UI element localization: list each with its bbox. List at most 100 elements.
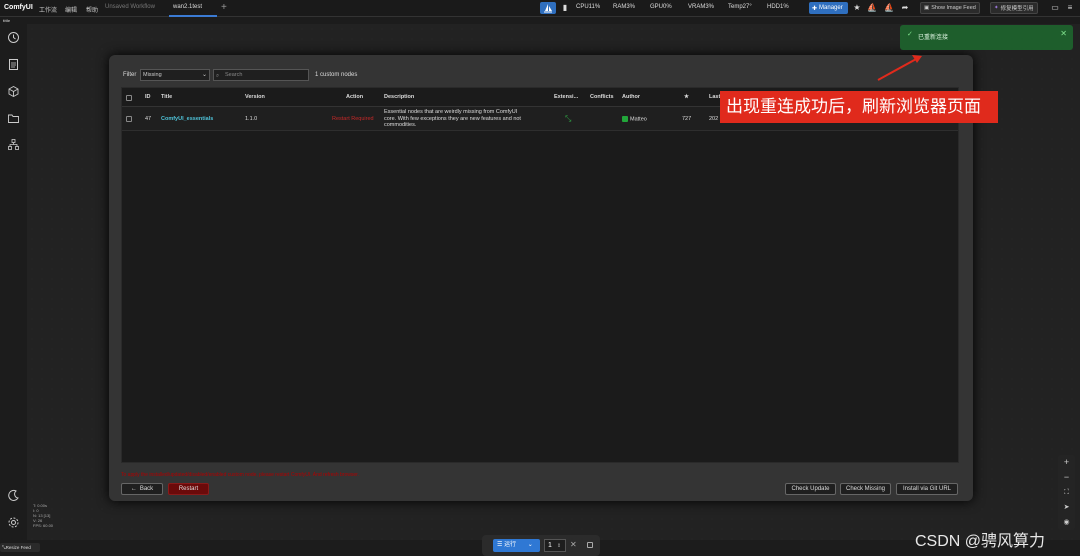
- row-title-link[interactable]: ComfyUI_essentials: [161, 116, 213, 122]
- arrow-left-icon: ←: [130, 486, 137, 492]
- watermark: CSDN @骋风算力: [915, 533, 1046, 550]
- history-icon[interactable]: [7, 31, 20, 44]
- col-stars[interactable]: ★: [684, 94, 689, 100]
- cube-icon[interactable]: [7, 85, 20, 98]
- check-missing-button[interactable]: Check Missing: [840, 483, 891, 495]
- render-stats: T: 0.00s I: 0 N: 13 [13] V: 26 FPS: 60.0…: [33, 503, 53, 528]
- back-label: Back: [139, 486, 154, 492]
- zoom-in-icon[interactable]: +: [1061, 457, 1072, 468]
- repair-icon: ✦: [994, 5, 999, 11]
- restart-button[interactable]: Restart: [168, 483, 209, 495]
- show-image-feed-button[interactable]: ▣ Show Image Feed: [920, 2, 980, 14]
- show-image-feed-label: Show Image Feed: [931, 5, 976, 11]
- tab-wan-test[interactable]: wan2.1test: [173, 4, 202, 10]
- stat-fps: FPS: 60.00: [33, 523, 54, 528]
- new-tab-icon[interactable]: +: [221, 2, 227, 13]
- col-action[interactable]: Action: [346, 94, 363, 100]
- col-title[interactable]: Title: [161, 94, 172, 100]
- description-line-2: core. With few exceptions they are new f…: [384, 115, 521, 122]
- menu-edit[interactable]: 编辑: [65, 5, 77, 14]
- batch-count-value: 1: [548, 542, 552, 549]
- col-last[interactable]: Last: [709, 94, 720, 100]
- col-conflicts[interactable]: Conflicts: [590, 94, 614, 100]
- author-name: Matteo: [630, 116, 647, 123]
- search-icon: ⌕: [216, 73, 220, 79]
- batch-count-input[interactable]: 1 ⇕: [544, 539, 566, 552]
- install-git-url-button[interactable]: Install via Git URL: [896, 483, 958, 495]
- check-update-button[interactable]: Check Update: [785, 483, 836, 495]
- check-icon: ✓: [907, 31, 913, 38]
- bookmark-icon[interactable]: ▮: [559, 2, 571, 14]
- menu-workflow[interactable]: 工作流: [39, 5, 57, 14]
- row-stars: 727: [682, 116, 692, 122]
- left-sidebar: [0, 24, 27, 540]
- sailboat-alt-icon[interactable]: ⛵: [883, 2, 895, 14]
- col-extensions[interactable]: Extensi...: [554, 94, 578, 100]
- close-icon[interactable]: ✕: [1060, 29, 1067, 38]
- col-description[interactable]: Description: [384, 94, 414, 100]
- folder-icon[interactable]: [7, 112, 20, 125]
- back-button[interactable]: ← Back: [121, 483, 163, 495]
- share-icon[interactable]: ➦: [899, 2, 911, 14]
- row-author: Matteo: [622, 116, 647, 122]
- run-toolbar: ☰ 运行 ⌄ 1 ⇕ ✕: [482, 535, 600, 556]
- fit-view-icon[interactable]: ⛶: [1061, 487, 1072, 498]
- zoom-out-icon[interactable]: −: [1061, 472, 1072, 483]
- cancel-icon[interactable]: ✕: [570, 540, 577, 549]
- row-description: Essential nodes that are weirdly missing…: [384, 109, 521, 129]
- queue-icon: ☰: [497, 542, 503, 548]
- description-line-3: commodities.: [384, 122, 417, 128]
- filter-label: Filter: [123, 72, 137, 78]
- row-action-restart-required[interactable]: Restart Required: [332, 116, 374, 122]
- menu-help[interactable]: 帮助: [86, 5, 98, 14]
- pointer-icon[interactable]: ➤: [1061, 502, 1072, 513]
- run-button[interactable]: ☰ 运行 ⌄: [493, 539, 540, 552]
- panel-toggle-icon[interactable]: ▭: [1049, 2, 1061, 14]
- toast-message: 已重新连接: [918, 35, 949, 41]
- col-id[interactable]: ID: [145, 94, 151, 100]
- search-input[interactable]: ⌕ Search: [213, 69, 309, 81]
- top-bar: ComfyUI 工作流 编辑 帮助 Unsaved Workflow wan2.…: [0, 0, 1080, 17]
- extensions-icon[interactable]: ⤡: [565, 114, 571, 124]
- col-version[interactable]: Version: [245, 94, 265, 100]
- vram-stat: VRAM3%: [688, 4, 715, 10]
- chevron-down-icon[interactable]: ⌄: [528, 542, 533, 548]
- gpu-stat: GPU0%: [650, 4, 672, 10]
- select-all-checkbox[interactable]: [126, 95, 132, 101]
- stepper-icon[interactable]: ⇕: [557, 543, 561, 549]
- annotation-callout: 出现重连成功后，刷新浏览器页面: [720, 91, 998, 123]
- sitemap-icon[interactable]: [7, 138, 20, 151]
- puzzle-icon: ✚: [812, 5, 818, 12]
- cpu-stat: CPU11%: [576, 4, 601, 10]
- eye-icon[interactable]: ◉: [1061, 517, 1072, 528]
- author-verified-icon: [622, 116, 628, 122]
- app-brand[interactable]: ComfyUI: [4, 4, 33, 11]
- sailboat-icon: [544, 4, 552, 13]
- row-version: 1.1.0: [245, 116, 258, 122]
- repair-model-label: 修复模型引用: [1000, 6, 1034, 12]
- queue-chip[interactable]: [540, 2, 556, 14]
- filter-select[interactable]: Missing ⌄: [140, 69, 210, 81]
- description-line-1: Essential nodes that are weirdly missing…: [384, 109, 518, 115]
- col-author[interactable]: Author: [622, 94, 640, 100]
- sailboat-outline-icon[interactable]: ⛵: [866, 2, 878, 14]
- settings-gear-icon[interactable]: [7, 516, 20, 529]
- ram-stat: RAM3%: [613, 4, 636, 10]
- star-icon[interactable]: ★: [851, 2, 863, 14]
- filter-value: Missing: [143, 72, 162, 78]
- document-icon[interactable]: [7, 58, 20, 71]
- menu-icon[interactable]: ≡: [1064, 2, 1076, 14]
- tab-unsaved-workflow[interactable]: Unsaved Workflow: [105, 4, 155, 10]
- row-id: 47: [145, 116, 152, 122]
- repair-model-button[interactable]: ✦ 修复模型引用: [990, 2, 1038, 14]
- moon-icon[interactable]: [7, 489, 20, 502]
- stop-icon[interactable]: [587, 542, 593, 548]
- manager-button[interactable]: ✚ Manager: [809, 2, 848, 14]
- active-tab-indicator: [169, 15, 217, 17]
- run-label: 运行: [504, 542, 517, 548]
- annotation-arrow: [877, 55, 922, 81]
- row-checkbox[interactable]: [126, 116, 132, 122]
- sub-label: title: [3, 18, 11, 23]
- image-icon: ▣: [924, 5, 930, 11]
- resize-feed-button[interactable]: ⤡Resize Feed: [0, 543, 40, 552]
